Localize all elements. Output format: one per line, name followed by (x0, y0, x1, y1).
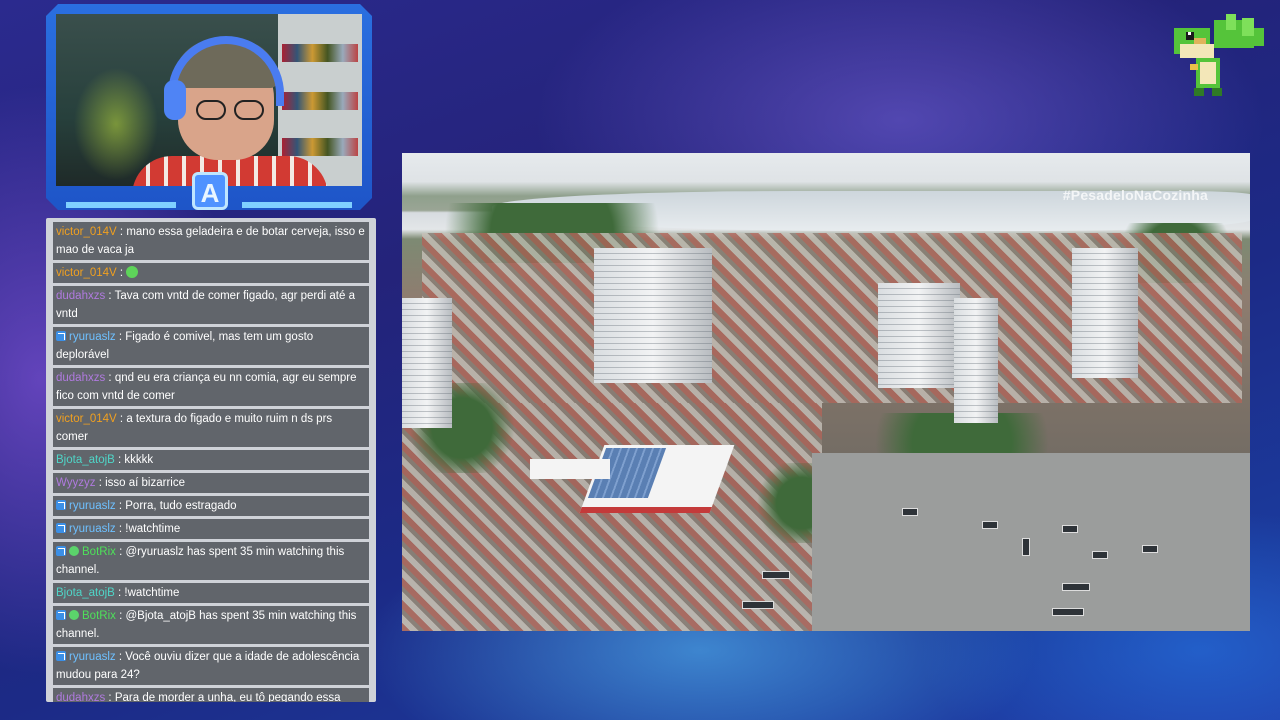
chat-username[interactable]: ryuruaslz (69, 331, 116, 343)
webcam-feed (56, 14, 362, 186)
chat-text: !watchtime (124, 587, 180, 599)
badge-icon (56, 331, 66, 341)
chat-message: BotRix : @ryuruaslz has spent 35 min wat… (53, 542, 369, 580)
chat-message: ryuruaslz : Porra, tudo estragado (53, 496, 369, 516)
chat-username[interactable]: victor_014V (56, 226, 117, 238)
chat-username[interactable]: dudahxzs (56, 372, 105, 384)
chat-text: !watchtime (125, 523, 181, 535)
video-frame-aerial-city (402, 153, 1250, 631)
shelf-books (282, 92, 358, 110)
bus (1062, 583, 1090, 591)
apartment-tower (594, 248, 712, 383)
chat-separator: : (114, 587, 125, 599)
bus (902, 508, 918, 516)
chat-username[interactable]: Bjota_atojB (56, 454, 115, 466)
apartment-tower (1072, 248, 1138, 378)
bus-parking-lot (812, 453, 1250, 631)
chat-separator: : (95, 477, 106, 489)
chat-username[interactable]: dudahxzs (56, 290, 105, 302)
bus (1092, 551, 1108, 559)
badge-icon (56, 546, 66, 556)
chat-text: Porra, tudo estragado (125, 500, 237, 512)
shelf-books (282, 138, 358, 156)
chat-username[interactable]: BotRix (82, 546, 116, 558)
chat-username[interactable]: ryuruaslz (69, 651, 116, 663)
chat-text: kkkkk (124, 454, 154, 466)
chat-username[interactable]: ryuruaslz (69, 523, 116, 535)
channel-logo: A (192, 172, 228, 210)
chat-separator: : (114, 454, 125, 466)
chat-message: Bjota_atojB : kkkkk (53, 450, 369, 470)
chat-message: victor_014V : (53, 263, 369, 283)
apartment-tower (878, 283, 960, 388)
glasses (196, 100, 268, 122)
headphone-cup (164, 80, 186, 120)
snivy-mascot-icon (1174, 14, 1264, 96)
video-watermark: #PesadeloNaCozinha (1062, 187, 1208, 203)
bus (742, 601, 774, 609)
chat-message: ryuruaslz : Figado é comivel, mas tem um… (53, 327, 369, 365)
bus (762, 571, 790, 579)
chat-message: Wyyzyz : isso aí bizarrice (53, 473, 369, 493)
video-player[interactable]: #PesadeloNaCozinha (402, 153, 1250, 631)
chat-text: isso aí bizarrice (105, 477, 185, 489)
chat-username[interactable]: BotRix (82, 610, 116, 622)
chat-username[interactable]: Wyyzyz (56, 477, 96, 489)
verified-bot-icon (69, 610, 79, 620)
chat-username[interactable]: dudahxzs (56, 692, 105, 702)
bus (1062, 525, 1078, 533)
apartment-tower (954, 298, 998, 423)
chat-username[interactable]: Bjota_atojB (56, 587, 115, 599)
chat-message: victor_014V : mano essa geladeira e de b… (53, 222, 369, 260)
badge-icon (56, 610, 66, 620)
chat-panel[interactable]: victor_014V : mano essa geladeira e de b… (46, 218, 376, 702)
chat-message: ryuruaslz : Você ouviu dizer que a idade… (53, 647, 369, 685)
bus (1052, 608, 1084, 616)
chat-username[interactable]: victor_014V (56, 267, 117, 279)
chat-message: Bjota_atojB : !watchtime (53, 583, 369, 603)
chat-message: victor_014V : a textura do figado e muit… (53, 409, 369, 447)
chat-separator: : (105, 692, 115, 702)
frame-accent (242, 202, 352, 208)
chat-username[interactable]: ryuruaslz (69, 500, 116, 512)
chat-message: dudahxzs : Para de morder a unha, eu tô … (53, 688, 369, 702)
shelf-books (282, 44, 358, 62)
chat-message: dudahxzs : Tava com vntd de comer figado… (53, 286, 369, 324)
chat-separator: : (115, 331, 126, 343)
chat-username[interactable]: victor_014V (56, 413, 117, 425)
chat-separator: : (105, 290, 115, 302)
bus (1022, 538, 1030, 556)
chat-message: dudahxzs : qnd eu era criança eu nn comi… (53, 368, 369, 406)
badge-icon (56, 651, 66, 661)
chat-separator: : (115, 651, 126, 663)
chat-message-list: victor_014V : mano essa geladeira e de b… (53, 222, 369, 702)
chat-message: ryuruaslz : !watchtime (53, 519, 369, 539)
verified-bot-icon (69, 546, 79, 556)
chat-separator: : (116, 267, 127, 279)
badge-icon (56, 523, 66, 533)
apartment-tower (402, 298, 452, 428)
chat-separator: : (115, 500, 126, 512)
green-face-emote (126, 266, 139, 278)
building-roof (530, 459, 610, 479)
badge-icon (56, 500, 66, 510)
frame-accent (66, 202, 176, 208)
chat-separator: : (116, 413, 127, 425)
bus (1142, 545, 1158, 553)
streamer-shirt (132, 156, 328, 186)
chat-message: BotRix : @Bjota_atojB has spent 35 min w… (53, 606, 369, 644)
chat-separator: : (105, 372, 115, 384)
chat-separator: : (116, 226, 127, 238)
bus (982, 521, 998, 529)
chat-separator: : (115, 523, 126, 535)
